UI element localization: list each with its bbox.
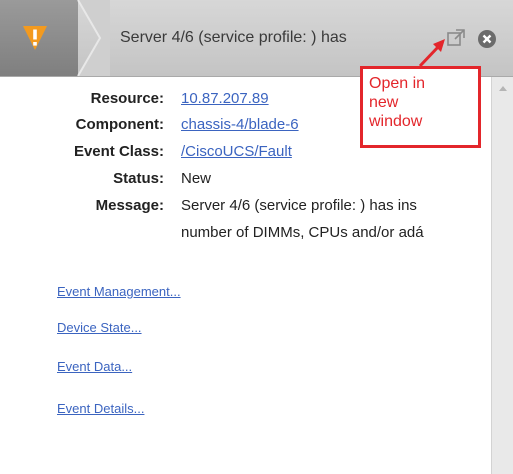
status-row: Status: New	[0, 170, 513, 192]
open-in-new-window-callout: Open in new window	[360, 66, 481, 148]
message-line-2: number of DIMMs, CPUs and/or adá	[181, 224, 424, 241]
message-line-1: Server 4/6 (service profile: ) has ins	[181, 197, 417, 214]
message-label: Message:	[95, 197, 164, 214]
callout-line-1: Open in	[369, 75, 426, 92]
message-continuation-row: number of DIMMs, CPUs and/or adá	[0, 224, 490, 246]
event-details-link[interactable]: Event Details...	[57, 401, 144, 416]
component-label: Component:	[75, 116, 164, 133]
device-state-link[interactable]: Device State...	[57, 320, 142, 335]
close-circle-icon[interactable]	[477, 29, 497, 49]
callout-line-3: window	[369, 113, 423, 130]
status-label: Status:	[113, 170, 164, 187]
resource-label: Resource:	[90, 90, 164, 107]
event-title: Server 4/6 (service profile: ) has	[120, 29, 347, 46]
event-management-link[interactable]: Event Management...	[57, 284, 181, 299]
status-value: New	[181, 170, 212, 187]
severity-cell	[0, 0, 110, 76]
warning-icon	[23, 0, 110, 76]
resource-link[interactable]: 10.87.207.89	[181, 90, 269, 107]
message-row: Message: Server 4/6 (service profile: ) …	[0, 197, 490, 219]
event-data-link[interactable]: Event Data...	[57, 359, 132, 374]
component-link[interactable]: chassis-4/blade-6	[181, 116, 299, 133]
event-class-label: Event Class:	[73, 143, 164, 160]
callout-line-2: new	[369, 94, 399, 111]
event-class-link[interactable]: /CiscoUCS/Fault	[181, 143, 292, 160]
